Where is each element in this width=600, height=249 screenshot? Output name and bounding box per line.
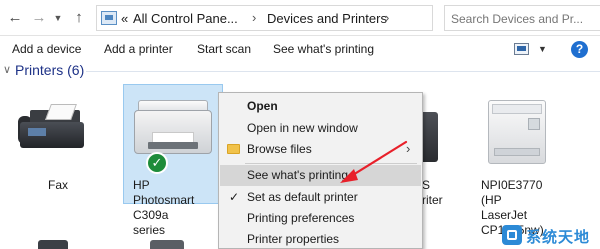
help-icon[interactable]: ?: [571, 41, 588, 58]
watermark: 系统天地: [500, 222, 600, 249]
recent-locations-chevron-icon[interactable]: ▼: [52, 8, 64, 28]
breadcrumb-separator-icon[interactable]: ›: [385, 10, 389, 25]
printers-group-title: Printers (6): [15, 62, 85, 78]
up-arrow-icon[interactable]: ↑: [70, 8, 88, 28]
watermark-text: 系统天地: [526, 229, 591, 246]
breadcrumb-overflow[interactable]: «: [121, 11, 128, 26]
see-whats-printing-button[interactable]: See what's printing: [273, 42, 374, 56]
device-icon-partial[interactable]: [38, 240, 68, 249]
breadcrumb-devices-and-printers[interactable]: Devices and Printers: [267, 11, 387, 26]
default-printer-check-icon: ✓: [146, 152, 168, 174]
breadcrumb-control-panel[interactable]: All Control Pane...: [133, 11, 238, 26]
add-device-button[interactable]: Add a device: [12, 42, 81, 56]
menu-item-set-default-printer[interactable]: ✓ Set as default printer: [220, 187, 421, 208]
device-label: Fax: [48, 178, 69, 192]
forward-arrow-icon[interactable]: →: [30, 8, 48, 28]
folder-icon: [227, 144, 240, 154]
start-scan-button[interactable]: Start scan: [197, 42, 251, 56]
control-panel-icon: [101, 11, 117, 25]
add-printer-button[interactable]: Add a printer: [104, 42, 173, 56]
device-label: HP Photosmart C309a series: [133, 178, 195, 237]
search-placeholder: Search Devices and Pr...: [451, 12, 584, 26]
address-row: ← → ▼ ↑ « All Control Pane... › Devices …: [0, 0, 600, 36]
watermark-logo-icon: [502, 225, 522, 245]
device-icon-partial[interactable]: [150, 240, 184, 249]
group-divider: [86, 71, 600, 72]
change-view-icon[interactable]: [514, 43, 529, 55]
menu-item-open-new-window[interactable]: Open in new window: [220, 118, 421, 139]
menu-item-printing-preferences[interactable]: Printing preferences: [220, 208, 421, 229]
menu-item-printer-properties[interactable]: Printer properties: [220, 229, 421, 249]
collapse-chevron-icon[interactable]: ∨: [3, 63, 11, 76]
check-icon: ✓: [229, 190, 240, 204]
back-arrow-icon[interactable]: ←: [6, 8, 24, 28]
command-bar: Add a device Add a printer Start scan Se…: [0, 37, 600, 63]
red-annotation-arrow-icon: [340, 140, 408, 183]
printers-group-header[interactable]: ∨ Printers (6): [0, 62, 600, 80]
device-label: S riter: [422, 178, 443, 207]
menu-item-open[interactable]: Open: [220, 96, 421, 117]
view-options-chevron-icon[interactable]: ▼: [538, 44, 547, 54]
breadcrumb-separator-icon[interactable]: ›: [252, 10, 256, 25]
search-input[interactable]: Search Devices and Pr...: [444, 5, 600, 31]
address-bar[interactable]: « All Control Pane... › Devices and Prin…: [96, 5, 524, 31]
